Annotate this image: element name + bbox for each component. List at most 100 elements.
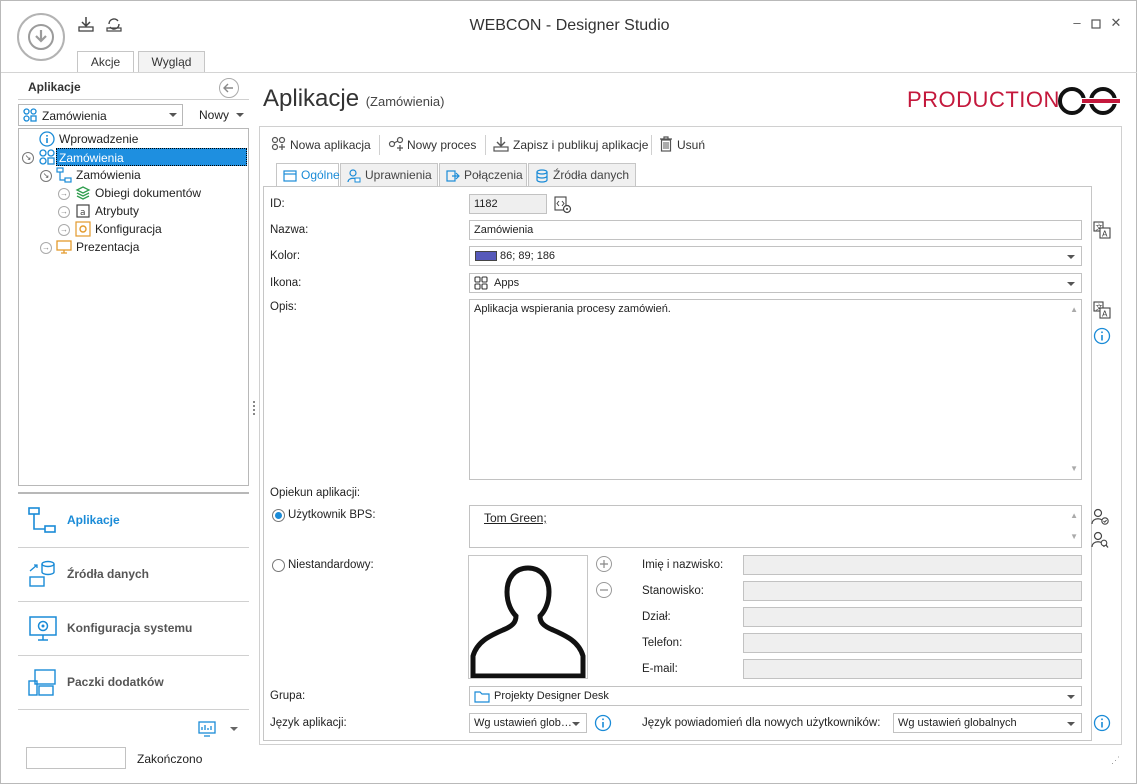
group-select[interactable]: Projekty Designer Desk: [469, 686, 1082, 706]
color-label: Kolor:: [270, 250, 301, 262]
system-config-icon: [27, 613, 59, 645]
tab-ogolne[interactable]: Ogólne: [276, 163, 340, 187]
process-icon: [56, 167, 72, 183]
person-name-field: [743, 555, 1082, 575]
nav-aplikacje[interactable]: Aplikacje: [18, 494, 249, 548]
new-process-icon: [388, 136, 404, 157]
resize-grip-icon[interactable]: ⋰: [1111, 755, 1121, 765]
tree-item-prezentacja[interactable]: Prezentacja: [76, 238, 139, 256]
chevron-down-icon: [1067, 722, 1075, 726]
configuration-icon: [75, 221, 91, 237]
status-text: Zakończono: [137, 752, 203, 766]
tab-polaczenia[interactable]: Połączenia: [439, 163, 527, 187]
expand-node-icon[interactable]: →: [58, 224, 70, 236]
user-check-icon[interactable]: [1091, 508, 1109, 526]
tab-zrodla-danych[interactable]: Źródła danych: [528, 163, 636, 187]
application-tree[interactable]: Wprowadzenie ↘ Zamówienia ↘ Zamówienia →…: [18, 128, 249, 486]
expand-node-icon[interactable]: →: [58, 188, 70, 200]
ribbon-tab-wyglad[interactable]: Wygląd: [138, 51, 205, 73]
application-select[interactable]: Zamówienia: [18, 104, 183, 126]
window-icon: [283, 168, 297, 182]
close-icon[interactable]: ✕: [1107, 15, 1125, 33]
tab-uprawnienia[interactable]: Uprawnienia: [340, 163, 438, 187]
id-field: 1182: [469, 194, 547, 214]
app-language-label: Język aplikacji:: [270, 717, 347, 729]
user-search-icon[interactable]: [1091, 531, 1109, 549]
scroll-up-icon[interactable]: ▲: [1070, 302, 1078, 318]
person-position-field: [743, 581, 1082, 601]
tree-item-obiegi[interactable]: Obiegi dokumentów: [95, 184, 201, 202]
bps-user-field[interactable]: Tom Green; ▲ ▼: [469, 505, 1082, 548]
group-label: Grupa:: [270, 690, 306, 702]
environment-badge: PRODUCTION: [907, 87, 1060, 112]
owner-label: Opiekun aplikacji:: [270, 487, 361, 499]
name-field[interactable]: Zamówienia: [469, 220, 1082, 240]
translate-icon[interactable]: 文A: [1093, 221, 1111, 239]
add-photo-icon[interactable]: [596, 556, 612, 572]
page-title: Aplikacje (Zamówienia): [263, 85, 445, 112]
trash-icon: [658, 136, 674, 157]
person-silhouette-icon: [470, 565, 586, 679]
id-label: ID:: [270, 198, 285, 210]
new-application-button[interactable]: Nowa aplikacja: [271, 136, 371, 154]
color-select[interactable]: 86; 89; 186: [469, 246, 1082, 266]
nav-paczki-dodatkow[interactable]: Paczki dodatków: [18, 656, 249, 710]
custom-owner-radio[interactable]: [272, 559, 285, 572]
description-label: Opis:: [270, 301, 297, 313]
tree-item-konfiguracja[interactable]: Konfiguracja: [95, 220, 162, 238]
expand-node-icon[interactable]: →: [40, 242, 52, 254]
delete-button[interactable]: Usuń: [658, 136, 705, 154]
application-select-value: Zamówienia: [42, 109, 107, 123]
tree-item-zamowienia-process[interactable]: Zamówienia: [76, 166, 141, 184]
bps-user-radio[interactable]: [272, 509, 285, 522]
chevron-down-icon: [1067, 255, 1075, 259]
monitor-chart-icon[interactable]: [198, 720, 216, 738]
person-department-field: [743, 607, 1082, 627]
expand-node-icon[interactable]: →: [58, 206, 70, 218]
scroll-down-icon[interactable]: ▼: [1070, 461, 1078, 477]
chevron-down-icon[interactable]: [230, 727, 238, 731]
splitter-grip[interactable]: [253, 401, 255, 415]
remove-photo-icon[interactable]: [596, 582, 612, 598]
app-language-select[interactable]: Wg ustawień glob…: [469, 713, 587, 733]
ribbon-divider: [1, 72, 1137, 73]
info-icon[interactable]: [1093, 714, 1111, 732]
icon-label: Ikona:: [270, 277, 302, 289]
svg-text:A: A: [1102, 230, 1108, 239]
bps-user-value[interactable]: Tom Green;: [484, 511, 547, 525]
translate-icon[interactable]: 文A: [1093, 301, 1111, 319]
maximize-icon[interactable]: [1087, 15, 1105, 33]
left-pane-title: Aplikacje: [28, 80, 81, 94]
folder-icon: [474, 690, 490, 705]
collapse-pane-icon[interactable]: [219, 78, 239, 98]
notification-language-label: Język powiadomień dla nowych użytkownikó…: [642, 717, 881, 729]
page-subtitle: (Zamówienia): [365, 94, 445, 109]
connection-icon: [446, 168, 460, 182]
collapse-node-icon[interactable]: ↘: [40, 170, 52, 182]
new-dropdown-button[interactable]: Nowy: [191, 104, 249, 126]
scroll-up-icon[interactable]: ▲: [1070, 508, 1078, 524]
code-settings-icon[interactable]: [554, 196, 572, 214]
tree-item-atrybuty[interactable]: Atrybuty: [95, 202, 139, 220]
owner-avatar[interactable]: [468, 555, 588, 679]
minimize-icon[interactable]: –: [1068, 15, 1086, 33]
new-process-button[interactable]: Nowy proces: [388, 136, 476, 154]
ribbon-tab-akcje[interactable]: Akcje: [77, 51, 134, 73]
person-email-field: [743, 659, 1082, 679]
collapse-node-icon[interactable]: ↘: [22, 152, 34, 164]
webcon-logo-icon: [1056, 85, 1120, 117]
description-textarea[interactable]: Aplikacja wspierania procesy zamówień. ▲…: [469, 299, 1082, 480]
presentation-icon: [56, 239, 72, 255]
nav-konfiguracja-systemu[interactable]: Konfiguracja systemu: [18, 602, 249, 656]
nav-zrodla-danych[interactable]: Źródła danych: [18, 548, 249, 602]
info-icon[interactable]: [1093, 327, 1111, 345]
tree-item-zamowienia-app[interactable]: Zamówienia: [56, 148, 247, 166]
info-icon: [39, 131, 55, 147]
scroll-down-icon[interactable]: ▼: [1070, 529, 1078, 545]
info-icon[interactable]: [594, 714, 612, 732]
apps-icon: [39, 149, 55, 165]
icon-select[interactable]: Apps: [469, 273, 1082, 293]
notification-language-select[interactable]: Wg ustawień globalnych: [893, 713, 1082, 733]
person-phone-label: Telefon:: [642, 637, 683, 649]
save-publish-button[interactable]: Zapisz i publikuj aplikacje: [493, 136, 648, 154]
